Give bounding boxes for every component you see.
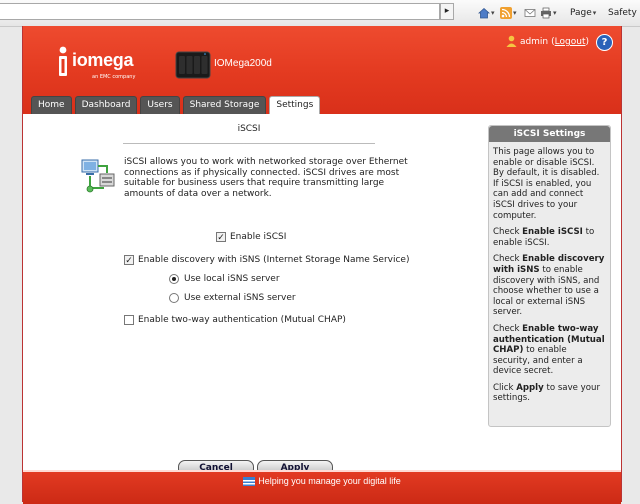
- user-icon: [506, 35, 517, 50]
- help-paragraph: Check Enable discovery with iSNS to enab…: [493, 254, 606, 318]
- help-paragraph: Check Enable two-way authentication (Mut…: [493, 324, 606, 377]
- footer-tagline-row: Helping you manage your digital life: [23, 476, 621, 487]
- logout-link[interactable]: Logout: [555, 37, 586, 47]
- help-paragraph: Check Enable iSCSI to enable iSCSI.: [493, 227, 606, 248]
- chevron-down-icon: ▾: [553, 9, 557, 17]
- network-storage-icon: [80, 156, 116, 194]
- main-tabs: Home Dashboard Users Shared Storage Sett…: [31, 96, 321, 115]
- iscsi-description: iSCSI allows you to work with networked …: [124, 157, 408, 199]
- title-divider: [123, 143, 375, 144]
- mutual-chap-label: Enable two-way authentication (Mutual CH…: [138, 315, 346, 325]
- page-title: iSCSI: [237, 124, 261, 134]
- help-bold-text: Apply: [516, 382, 544, 393]
- printer-icon: [540, 7, 552, 19]
- enable-isns-row: ✓ Enable discovery with iSNS (Internet S…: [124, 255, 410, 266]
- help-paragraph: Click Apply to save your settings.: [493, 383, 606, 404]
- help-paragraph: This page allows you to enable or disabl…: [493, 147, 600, 221]
- mutual-chap-row: Enable two-way authentication (Mutual CH…: [124, 315, 346, 325]
- help-text: Check: [493, 254, 523, 265]
- mail-icon: [524, 7, 536, 19]
- isns-local-row: Use local iSNS server: [169, 274, 280, 284]
- help-panel-body: This page allows you to enable or disabl…: [489, 142, 610, 404]
- enable-iscsi-checkbox[interactable]: ✓: [216, 232, 226, 243]
- isns-local-radio[interactable]: [169, 274, 179, 284]
- home-button[interactable]: ▾: [477, 6, 495, 20]
- isns-external-radio[interactable]: [169, 293, 179, 303]
- help-panel: iSCSI Settings This page allows you to e…: [488, 125, 611, 427]
- main-content: iSCSI iSCSI allows you to work with netw…: [23, 114, 621, 476]
- isns-local-label: Use local iSNS server: [184, 274, 280, 284]
- isns-external-row: Use external iSNS server: [169, 293, 296, 303]
- iomega-logo-icon: [56, 46, 70, 76]
- help-icon[interactable]: ?: [596, 33, 613, 51]
- chevron-down-icon: ▾: [513, 9, 517, 17]
- logout-wrapper: (Logout): [551, 37, 589, 47]
- help-panel-title: iSCSI Settings: [489, 126, 610, 142]
- safety-menu-label: Safety: [608, 8, 637, 18]
- mail-button[interactable]: [524, 6, 536, 20]
- header: iomega an EMC company IOMega200d admin (…: [23, 26, 621, 115]
- chevron-down-icon: ▾: [491, 9, 495, 17]
- page-menu[interactable]: Page▾: [570, 6, 596, 20]
- rss-icon: [500, 6, 512, 19]
- help-text: Click: [493, 382, 517, 393]
- print-button[interactable]: ▾: [540, 6, 557, 20]
- enable-iscsi-label: Enable iSCSI: [230, 232, 287, 242]
- logo-subtitle: an EMC company: [92, 74, 136, 80]
- tab-settings[interactable]: Settings: [269, 96, 321, 115]
- device-name: IOMega200d: [214, 58, 272, 69]
- flag-icon: [243, 477, 256, 487]
- tab-shared-storage[interactable]: Shared Storage: [182, 96, 267, 114]
- chevron-down-icon: ▾: [592, 9, 597, 17]
- enable-isns-checkbox[interactable]: ✓: [124, 255, 134, 266]
- browser-command-bar: ▸ ▾ ▾ ▾ Page▾ Safety: [0, 0, 640, 27]
- footer: Helping you manage your digital life: [23, 470, 621, 504]
- footer-tagline: Helping you manage your digital life: [258, 476, 401, 486]
- user-name: admin: [519, 37, 549, 47]
- page-menu-label: Page: [570, 8, 592, 18]
- logo-text: iomega: [72, 50, 134, 70]
- help-text: Check: [493, 323, 523, 334]
- help-bold-text: Enable iSCSI: [522, 227, 583, 238]
- user-area: admin (Logout) ?: [506, 33, 613, 51]
- enable-iscsi-row: ✓ Enable iSCSI: [216, 232, 287, 243]
- nas-device-icon: [175, 50, 211, 80]
- tab-users[interactable]: Users: [140, 96, 180, 114]
- tab-dashboard[interactable]: Dashboard: [74, 96, 138, 114]
- home-icon: [477, 7, 491, 19]
- tab-home[interactable]: Home: [31, 96, 72, 114]
- safety-menu[interactable]: Safety: [608, 6, 637, 20]
- help-text: Check: [493, 227, 523, 238]
- search-go-button[interactable]: ▸: [440, 3, 454, 20]
- browser-search-input[interactable]: [0, 3, 440, 20]
- enable-isns-label: Enable discovery with iSNS (Internet Sto…: [138, 255, 410, 265]
- isns-external-label: Use external iSNS server: [184, 293, 296, 303]
- mutual-chap-checkbox[interactable]: [124, 315, 134, 325]
- app-frame: iomega an EMC company IOMega200d admin (…: [22, 26, 622, 504]
- feeds-button[interactable]: ▾: [500, 6, 517, 20]
